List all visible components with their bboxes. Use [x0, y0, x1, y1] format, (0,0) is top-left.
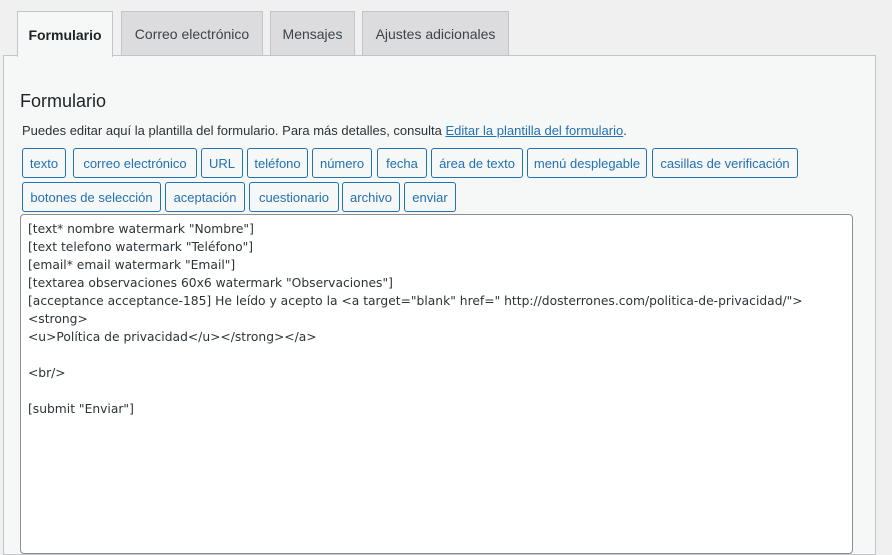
tag-button-numero[interactable]: número — [312, 148, 372, 178]
tag-button-casillas-de-verificacion[interactable]: casillas de verificación — [652, 148, 798, 178]
description-text: Puedes editar aquí la plantilla del form… — [22, 123, 446, 138]
tag-button-menu-desplegable[interactable]: menú desplegable — [527, 148, 647, 178]
tag-button-fecha[interactable]: fecha — [377, 148, 427, 178]
tag-button-correo-electronico[interactable]: correo electrónico — [73, 148, 197, 178]
tag-button-enviar[interactable]: enviar — [404, 182, 456, 212]
tag-button-botones-de-seleccion[interactable]: botones de selección — [22, 182, 161, 212]
tag-button-cuestionario[interactable]: cuestionario — [249, 182, 339, 212]
tag-button-aceptacion[interactable]: aceptación — [165, 182, 245, 212]
panel-title: Formulario — [20, 91, 107, 111]
tag-button-url[interactable]: URL — [201, 148, 243, 178]
edit-template-link[interactable]: Editar la plantilla del formulario — [445, 123, 623, 138]
description-suffix: . — [623, 123, 627, 138]
tab-correo-electronico[interactable]: Correo electrónico — [121, 11, 263, 55]
tab-formulario[interactable]: Formulario — [17, 11, 113, 57]
tab-bar: Formulario Correo electrónico Mensajes A… — [0, 0, 892, 57]
tab-mensajes[interactable]: Mensajes — [270, 11, 355, 55]
form-template-editor[interactable]: [text* nombre watermark "Nombre"] [text … — [20, 214, 853, 554]
tag-button-archivo[interactable]: archivo — [342, 182, 400, 212]
panel-description: Puedes editar aquí la plantilla del form… — [22, 123, 627, 138]
tag-button-area-de-texto[interactable]: área de texto — [431, 148, 523, 178]
tab-ajustes-adicionales[interactable]: Ajustes adicionales — [362, 11, 509, 55]
tag-button-texto[interactable]: texto — [22, 148, 66, 178]
tag-button-telefono[interactable]: teléfono — [247, 148, 308, 178]
form-panel: Formulario Puedes editar aquí la plantil… — [3, 55, 876, 555]
